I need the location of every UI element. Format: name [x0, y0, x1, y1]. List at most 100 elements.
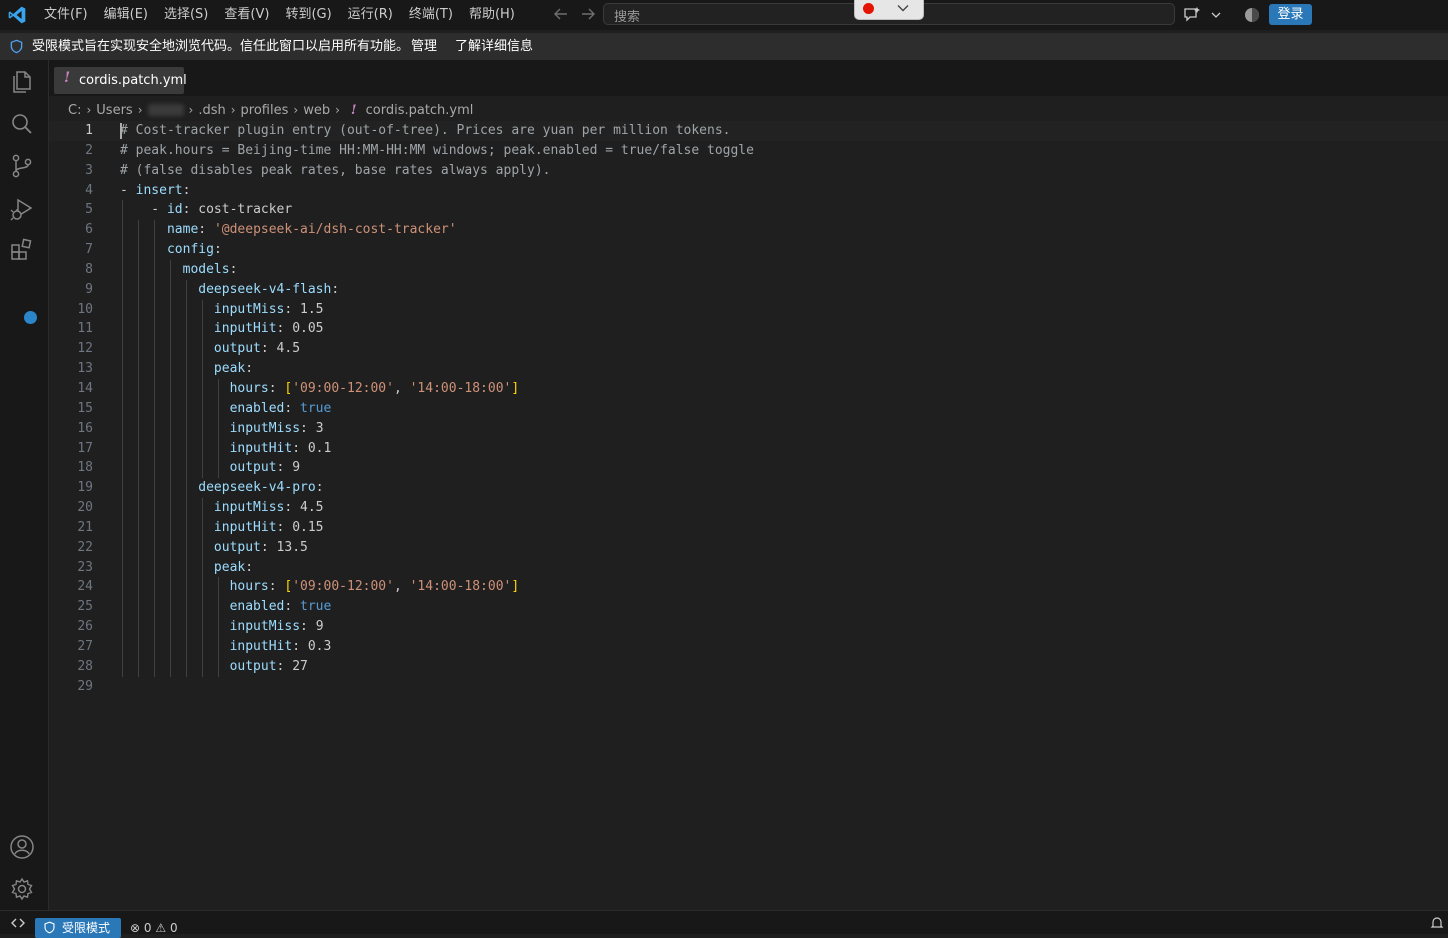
code-line[interactable]: 16 inputMiss: 3 [49, 418, 1448, 439]
source-control-icon[interactable] [9, 153, 35, 179]
code-token: : [213, 242, 222, 258]
code-token: : [284, 400, 301, 416]
code-editor[interactable]: 1 # Cost-tracker plugin entry (out-of-tre… [49, 121, 1448, 696]
code-line[interactable]: 2 # peak.hours = Beijing-time HH:MM-HH:MM… [49, 141, 1448, 161]
code-text: inputMiss: 9 [120, 617, 324, 637]
code-token: 3 [315, 420, 324, 436]
code-text: output: 27 [120, 657, 308, 677]
code-line[interactable]: 4 - insert: [49, 181, 1448, 201]
arrow-right-icon[interactable] [578, 4, 598, 24]
code-token: 0.05 [292, 321, 324, 337]
code-token: models [182, 261, 230, 277]
code-line[interactable]: 14 hours: ['09:00-12:00', '14:00-18:00'] [49, 378, 1448, 399]
code-text: peak: [120, 359, 253, 379]
menu-selection[interactable]: 选择(S) [156, 0, 216, 30]
code-line[interactable]: 21 inputHit: 0.15 [49, 517, 1448, 538]
line-number: 8 [85, 261, 93, 277]
remote-icon[interactable] [10, 915, 26, 931]
code-token: , [393, 579, 410, 595]
breadcrumb-drive[interactable]: C: [66, 103, 83, 118]
code-line[interactable]: 13 peak: [49, 359, 1448, 379]
line-number: 26 [77, 619, 93, 635]
code-line[interactable]: 19 deepseek-v4-pro: [49, 478, 1448, 499]
code-text: inputMiss: 1.5 [120, 300, 324, 320]
code-line[interactable]: 10 inputMiss: 1.5 [49, 299, 1448, 320]
tab-cordis-patch-yml[interactable]: ! cordis.patch.yml [54, 67, 187, 94]
code-line[interactable]: 20 inputMiss: 4.5 [49, 498, 1448, 518]
error-dot-icon [863, 3, 874, 14]
code-line[interactable]: 6 name: '@deepseek-ai/dsh-cost-tracker' [49, 220, 1448, 241]
code-line[interactable]: 28 output: 27 [49, 656, 1448, 677]
line-number: 18 [77, 460, 93, 476]
code-text: inputHit: 0.15 [120, 518, 324, 538]
text-cursor [120, 123, 122, 139]
code-line[interactable]: 29 [49, 677, 1448, 697]
code-line[interactable]: 8 models: [49, 259, 1448, 280]
menu-file[interactable]: 文件(F) [36, 0, 96, 30]
code-line[interactable]: 22 output: 13.5 [49, 537, 1448, 558]
breadcrumb-username-redacted[interactable] [147, 104, 184, 116]
chevron-down-icon[interactable] [895, 0, 911, 16]
learn-more-link[interactable]: 了解详细信息 [455, 33, 533, 60]
menu-go[interactable]: 转到(G) [277, 0, 339, 30]
code-token: inputHit [213, 321, 277, 337]
breadcrumb-profiles[interactable]: profiles [239, 103, 291, 118]
login-button[interactable]: 登录 [1269, 4, 1312, 25]
menu-view[interactable]: 查看(V) [216, 0, 277, 30]
restricted-mode-label: 受限模式 [62, 921, 111, 935]
code-line[interactable]: 11 inputHit: 0.05 [49, 319, 1448, 340]
code-token: 9 [292, 460, 301, 476]
code-token: output [229, 658, 277, 674]
code-line[interactable]: 17 inputHit: 0.1 [49, 438, 1448, 459]
accounts-toggle-icon[interactable] [1242, 5, 1262, 25]
code-line[interactable]: 18 output: 9 [49, 458, 1448, 479]
code-token: '09:00-12:00' [292, 579, 394, 595]
line-number: 21 [77, 519, 93, 535]
code-line[interactable]: 12 output: 4.5 [49, 339, 1448, 360]
breadcrumb-users[interactable]: Users [94, 103, 134, 118]
code-line[interactable]: 9 deepseek-v4-flash: [49, 279, 1448, 300]
breadcrumb-web[interactable]: web [301, 103, 332, 118]
code-line[interactable]: 3 # (false disables peak rates, base rate… [49, 161, 1448, 181]
notification-popup[interactable] [854, 0, 924, 20]
settings-gear-icon[interactable] [9, 876, 35, 902]
code-token: output [213, 539, 261, 555]
code-line[interactable]: 15 enabled: true [49, 398, 1448, 419]
account-icon[interactable] [9, 834, 35, 860]
code-token: 4.5 [276, 341, 301, 357]
code-text: output: 4.5 [120, 339, 300, 359]
menu-terminal[interactable]: 终端(T) [401, 0, 461, 30]
code-token: enabled [229, 599, 285, 615]
code-text: peak: [120, 558, 253, 578]
line-number: 4 [85, 182, 93, 198]
code-line[interactable]: 24 hours: ['09:00-12:00', '14:00-18:00'] [49, 577, 1448, 598]
menu-help[interactable]: 帮助(H) [461, 0, 523, 30]
code-line[interactable]: 26 inputMiss: 9 [49, 617, 1448, 637]
code-line[interactable]: 7 config: [49, 240, 1448, 260]
line-number: 16 [77, 420, 93, 436]
arrow-left-icon[interactable] [551, 4, 571, 24]
restricted-mode-status[interactable]: 受限模式 [35, 918, 121, 938]
problems-indicator[interactable]: ⊗ 0 ⚠ 0 [130, 918, 178, 938]
code-line[interactable]: 5 - id: cost-tracker [49, 200, 1448, 221]
code-token: 27 [292, 658, 308, 674]
code-line[interactable]: 1 # Cost-tracker plugin entry (out-of-tre… [49, 121, 1448, 141]
menu-edit[interactable]: 编辑(E) [96, 0, 156, 30]
extensions-icon[interactable] [9, 238, 35, 264]
bell-icon[interactable] [1430, 916, 1444, 930]
menu-run[interactable]: 运行(R) [340, 0, 401, 30]
code-line[interactable]: 23 peak: [49, 557, 1448, 578]
code-line[interactable]: 25 enabled: true [49, 597, 1448, 618]
explorer-icon[interactable] [9, 69, 35, 95]
search-icon[interactable] [9, 111, 35, 137]
copilot-chat-icon[interactable] [1182, 5, 1202, 25]
code-line[interactable]: 27 inputHit: 0.3 [49, 636, 1448, 657]
breadcrumb-dsh[interactable]: .dsh [196, 103, 227, 118]
breadcrumb-file[interactable]: cordis.patch.yml [364, 103, 476, 118]
code-text: name: '@deepseek-ai/dsh-cost-tracker' [120, 220, 457, 240]
run-debug-icon[interactable] [9, 196, 35, 222]
code-text: inputHit: 0.3 [120, 637, 332, 657]
chevron-down-icon[interactable] [1208, 5, 1224, 25]
manage-link[interactable]: 管理 [411, 33, 437, 60]
